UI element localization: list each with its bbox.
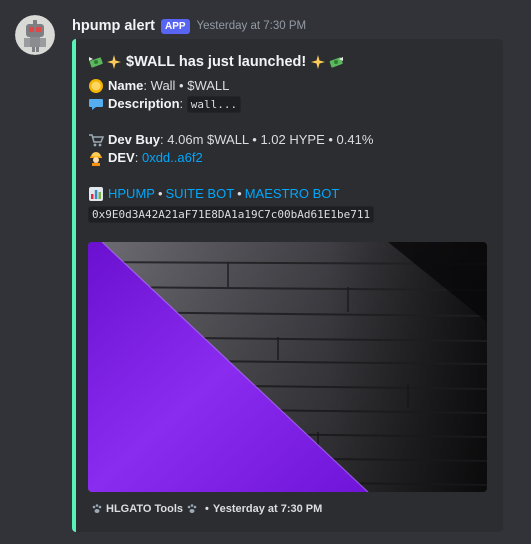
dev-buy-value: 4.06m $WALL • 1.02 HYPE • 0.41% <box>167 132 374 147</box>
app-badge: APP <box>160 18 190 34</box>
message-header: hpump alert APP Yesterday at 7:30 PM <box>72 16 306 36</box>
money-with-wings-icon <box>328 54 344 70</box>
embed-description-line: Description: wall... <box>88 95 488 113</box>
robot-avatar-icon <box>15 15 55 55</box>
description-label: Description <box>108 96 180 111</box>
footer-text: HLGATO Tools <box>106 503 183 515</box>
bar-chart-icon <box>88 186 104 202</box>
dev-colon: : <box>134 150 142 165</box>
message-timestamp[interactable]: Yesterday at 7:30 PM <box>197 20 307 32</box>
footer-timestamp: Yesterday at 7:30 PM <box>212 503 323 515</box>
chat-message: hpump alert APP Yesterday at 7:30 PM $WA… <box>0 0 531 544</box>
embed-title-text: $WALL has just launched! <box>126 54 307 70</box>
dev-label: DEV <box>108 150 135 165</box>
link-separator: • <box>237 186 242 201</box>
username[interactable]: hpump alert <box>72 18 155 34</box>
embed-links-line: HPUMP • SUITE BOT • MAESTRO BOT <box>88 185 488 203</box>
suite-bot-link[interactable]: SUITE BOT <box>166 185 235 203</box>
name-label: Name <box>108 78 144 93</box>
hpump-link[interactable]: HPUMP <box>108 185 155 203</box>
embed-dev-line: DEV: 0xdd..a6f2 <box>88 149 488 167</box>
wall-token-image <box>88 242 487 492</box>
embed-image[interactable] <box>88 242 487 492</box>
embed-content: $WALL has just launched! Name: Wall • $W… <box>88 51 488 223</box>
description-colon: : <box>179 96 187 111</box>
embed-contract-line: 0x9E0d3A42A21aF71E8DA1a19C7c00bAd61E1be7… <box>88 205 488 223</box>
embed-name-line: Name: Wall • $WALL <box>88 77 488 95</box>
footer-separator: • <box>205 503 209 515</box>
maestro-bot-link[interactable]: MAESTRO BOT <box>245 185 340 203</box>
money-with-wings-icon <box>88 54 104 70</box>
embed-accent-bar <box>72 39 76 532</box>
sparkles-icon <box>106 54 122 70</box>
embed-card: $WALL has just launched! Name: Wall • $W… <box>72 39 503 532</box>
dev-address-link[interactable]: 0xdd..a6f2 <box>142 149 203 167</box>
avatar[interactable] <box>15 15 55 55</box>
embed-dev-buy-line: Dev Buy: 4.06m $WALL • 1.02 HYPE • 0.41% <box>88 131 488 149</box>
name-colon: : <box>143 78 151 93</box>
embed-title: $WALL has just launched! <box>88 51 488 73</box>
paw-prints-icon <box>91 503 103 515</box>
speech-bubble-icon <box>88 96 104 112</box>
coin-icon <box>88 78 104 94</box>
contract-address[interactable]: 0x9E0d3A42A21aF71E8DA1a19C7c00bAd61E1be7… <box>88 205 375 223</box>
description-value: wall... <box>186 95 242 113</box>
name-value: Wall • $WALL <box>150 78 230 93</box>
construction-worker-icon <box>88 150 104 166</box>
sparkles-icon <box>310 54 326 70</box>
link-separator: • <box>157 186 163 201</box>
dev-buy-label: Dev Buy <box>108 132 161 147</box>
shopping-cart-icon <box>88 132 104 148</box>
dev-buy-colon: : <box>160 132 168 147</box>
embed-footer: HLGATO Tools • Yesterday at 7:30 PM <box>88 501 322 517</box>
paw-prints-icon <box>186 503 198 515</box>
